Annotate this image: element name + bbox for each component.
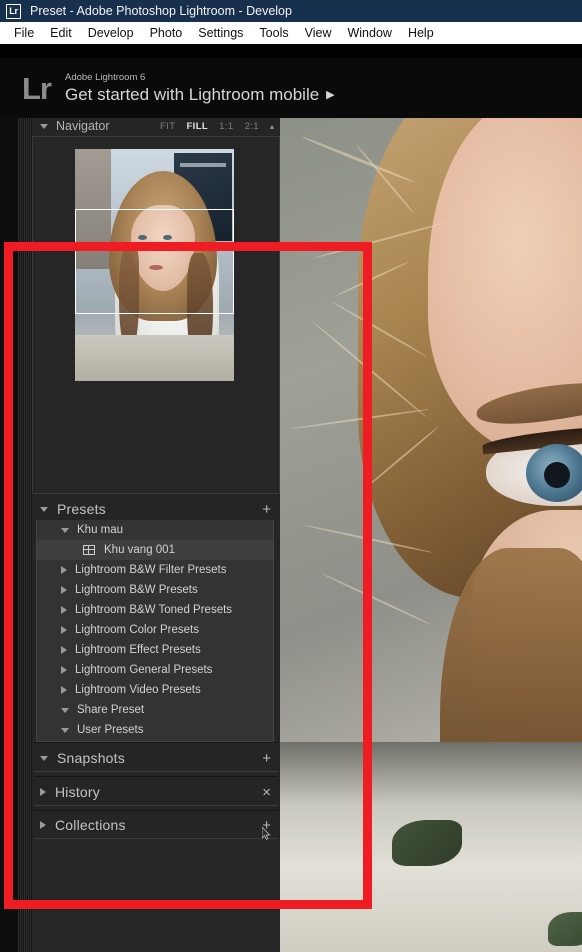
presets-title: Presets — [57, 501, 106, 517]
mouse-cursor-icon — [262, 827, 271, 840]
lightroom-logo: Lr — [22, 70, 52, 106]
snapshots-title: Snapshots — [57, 750, 125, 766]
panel-divider — [34, 805, 278, 806]
preset-label: Lightroom Color Presets — [75, 624, 199, 636]
chevron-right-icon[interactable] — [61, 666, 67, 674]
banner-headline: Get started with Lightroom mobile — [65, 84, 320, 104]
chevron-right-icon[interactable] — [61, 606, 67, 614]
preset-label: Khu vang 001 — [104, 544, 175, 556]
canvas-foliage-1 — [392, 820, 462, 866]
menu-photo[interactable]: Photo — [142, 22, 191, 44]
snapshots-header[interactable]: Snapshots + — [32, 747, 280, 769]
chevron-right-icon[interactable] — [61, 646, 67, 654]
chevron-right-icon[interactable] — [61, 686, 67, 694]
chevron-right-icon[interactable] — [40, 821, 46, 829]
preset-row[interactable]: Lightroom Video Presets — [37, 680, 273, 700]
panel-divider — [34, 838, 278, 839]
navigator-preview-area[interactable] — [32, 136, 280, 494]
preset-label: Lightroom B&W Presets — [75, 584, 198, 596]
panel-divider — [34, 776, 278, 777]
banner-subtitle: Adobe Lightroom 6 — [65, 71, 146, 83]
preset-row[interactable]: Khu vang 001 — [37, 540, 273, 560]
chevron-right-icon[interactable] — [61, 566, 67, 574]
add-snapshot-button[interactable]: + — [262, 751, 271, 766]
navigator-header[interactable]: Navigator FIT FILL 1:1 2:1 ▴ — [32, 118, 280, 134]
menu-develop[interactable]: Develop — [80, 22, 142, 44]
chevron-down-icon[interactable] — [40, 506, 48, 512]
preset-label: Share Preset — [77, 704, 145, 716]
zoom-fill[interactable]: FILL — [186, 121, 208, 132]
canvas-pupil — [544, 462, 570, 488]
chevron-down-icon[interactable] — [61, 527, 69, 533]
preset-row[interactable]: Lightroom Effect Presets — [37, 640, 273, 660]
title-bar: Lr Preset - Adobe Photoshop Lightroom - … — [0, 0, 582, 22]
zoom-2-1[interactable]: 2:1 — [245, 121, 259, 132]
menu-underline — [0, 44, 582, 58]
banner-arrow-icon[interactable]: ▶ — [326, 88, 334, 101]
preset-row[interactable]: Khu mau — [37, 520, 273, 540]
work-area: Navigator FIT FILL 1:1 2:1 ▴ Presets + K… — [0, 118, 582, 952]
canvas-foliage-2 — [548, 912, 582, 946]
preset-row[interactable]: Lightroom Color Presets — [37, 620, 273, 640]
preset-row[interactable]: User Presets — [37, 720, 273, 740]
menu-help[interactable]: Help — [400, 22, 442, 44]
zoom-fit[interactable]: FIT — [160, 121, 175, 132]
preset-label: Lightroom B&W Filter Presets — [75, 564, 227, 576]
zoom-1-1[interactable]: 1:1 — [219, 121, 233, 132]
left-gutter — [0, 118, 18, 952]
collections-title: Collections — [55, 817, 126, 833]
history-title: History — [55, 784, 100, 800]
menu-edit[interactable]: Edit — [42, 22, 80, 44]
clear-history-button[interactable]: × — [262, 785, 271, 800]
preset-label: User Presets — [77, 724, 144, 736]
panel-divider — [34, 810, 278, 811]
preset-label: Lightroom Effect Presets — [75, 644, 201, 656]
preset-label: Lightroom General Presets — [75, 664, 213, 676]
thumb-ground — [75, 335, 234, 381]
navigator-zoom-options: FIT FILL 1:1 2:1 ▴ — [160, 121, 280, 132]
window-title: Preset - Adobe Photoshop Lightroom - Dev… — [30, 4, 292, 18]
navigator-title: Navigator — [56, 119, 110, 133]
chevron-down-icon[interactable] — [61, 727, 69, 733]
chevron-right-icon[interactable] — [61, 626, 67, 634]
menu-window[interactable]: Window — [339, 22, 399, 44]
preset-row[interactable]: Lightroom General Presets — [37, 660, 273, 680]
zoom-caret-icon[interactable]: ▴ — [270, 122, 274, 131]
chevron-right-icon[interactable] — [61, 586, 67, 594]
add-preset-button[interactable]: + — [262, 502, 271, 517]
presets-header[interactable]: Presets + — [32, 498, 280, 520]
chevron-down-icon[interactable] — [40, 755, 48, 761]
preset-row[interactable]: Share Preset — [37, 700, 273, 720]
preset-label: Lightroom Video Presets — [75, 684, 201, 696]
menu-view[interactable]: View — [297, 22, 340, 44]
panel-divider — [34, 771, 278, 772]
menu-bar: File Edit Develop Photo Settings Tools V… — [0, 22, 582, 44]
preset-grid-icon — [83, 545, 95, 555]
collections-header[interactable]: Collections + — [32, 814, 280, 836]
navigator-view-rectangle[interactable] — [75, 209, 234, 314]
panel-divider — [34, 742, 278, 743]
chevron-down-icon[interactable] — [61, 707, 69, 713]
preset-row[interactable]: Lightroom B&W Toned Presets — [37, 600, 273, 620]
lr-icon: Lr — [6, 3, 21, 19]
chevron-right-icon[interactable] — [40, 788, 46, 796]
chevron-down-icon[interactable] — [40, 123, 48, 129]
menu-tools[interactable]: Tools — [251, 22, 296, 44]
preset-row[interactable]: Lightroom B&W Filter Presets — [37, 560, 273, 580]
lightroom-mobile-banner[interactable]: Lr Adobe Lightroom 6 Get started with Li… — [0, 58, 582, 118]
presets-list: Khu mau Khu vang 001 Lightroom B&W Filter … — [36, 520, 274, 742]
preset-row[interactable]: Lightroom B&W Presets — [37, 580, 273, 600]
menu-settings[interactable]: Settings — [190, 22, 251, 44]
menu-file[interactable]: File — [6, 22, 42, 44]
lightroom-window: Lr Preset - Adobe Photoshop Lightroom - … — [0, 0, 582, 952]
panel-empty-space — [32, 840, 280, 952]
image-canvas[interactable] — [280, 118, 582, 952]
preset-label: Khu mau — [77, 524, 124, 536]
panel-resize-handle[interactable] — [18, 118, 32, 952]
preset-label: Lightroom B&W Toned Presets — [75, 604, 233, 616]
history-header[interactable]: History × — [32, 781, 280, 803]
